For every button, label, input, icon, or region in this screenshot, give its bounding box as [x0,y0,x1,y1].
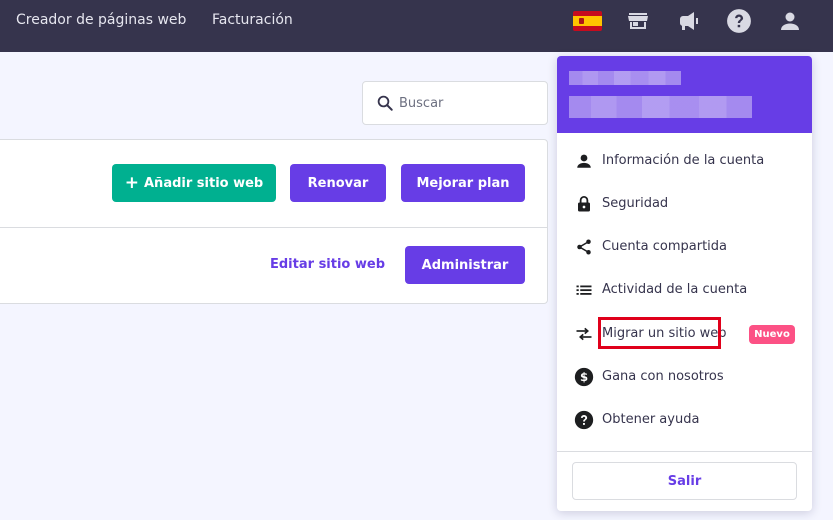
search-input[interactable] [399,88,529,118]
account-header [557,56,812,133]
menu-item-label: Actividad de la cuenta [602,282,748,297]
upgrade-plan-button[interactable]: Mejorar plan [401,164,525,202]
account-dropdown: Información de la cuenta Seguridad Cuent… [557,56,812,511]
store-icon [628,13,648,29]
store-button[interactable] [623,6,653,36]
menu-item-account-activity[interactable]: Actividad de la cuenta [557,268,812,311]
help-icon [727,9,751,33]
language-selector-button[interactable] [572,6,602,36]
card-divider [0,227,547,228]
dollar-icon: $ [574,367,594,387]
menu-item-label: Cuenta compartida [602,239,728,254]
new-badge: Nuevo [749,325,795,344]
share-icon [574,237,594,257]
search-field [362,81,548,125]
menu-item-shared-account[interactable]: Cuenta compartida [557,225,812,268]
lock-icon [574,194,594,214]
user-icon [781,12,799,30]
help-button[interactable] [724,6,754,36]
add-website-button[interactable]: + Añadir sitio web [112,164,276,202]
dropdown-divider [557,451,812,452]
account-menu-button[interactable] [775,6,805,36]
announcements-button[interactable] [673,6,703,36]
add-website-label: Añadir sitio web [144,175,264,191]
svg-text:$: $ [580,370,588,384]
highlight-annotation-box [598,317,721,349]
edit-website-link[interactable]: Editar sitio web [270,256,385,274]
menu-item-earn-with-us[interactable]: $ Gana con nosotros [557,355,812,398]
menu-item-label: Información de la cuenta [602,153,765,168]
menu-item-account-info[interactable]: Información de la cuenta [557,139,812,182]
menu-item-label: Gana con nosotros [602,369,724,384]
plus-icon: + [124,172,139,193]
top-navigation-bar: Creador de páginas web Facturación [0,0,833,52]
menu-item-security[interactable]: Seguridad [557,182,812,225]
redacted-account-email [569,96,752,118]
megaphone-icon [680,12,698,30]
menu-item-label: Seguridad [602,196,669,211]
menu-item-migrate-website[interactable]: Migrar un sitio web Nuevo [557,312,812,355]
spain-flag-icon [572,11,602,31]
nav-link-billing[interactable]: Facturación [212,0,293,40]
person-icon [574,151,594,171]
menu-item-get-help[interactable]: Obtener ayuda [557,398,812,441]
list-icon [574,280,594,300]
migrate-arrows-icon [574,324,594,344]
manage-button[interactable]: Administrar [405,246,525,284]
help-icon [574,410,594,430]
nav-link-website-builder[interactable]: Creador de páginas web [16,0,186,40]
search-icon [363,81,399,125]
renew-button[interactable]: Renovar [290,164,386,202]
menu-item-label: Obtener ayuda [602,412,700,427]
logout-button[interactable]: Salir [572,462,797,500]
redacted-account-name [569,71,681,85]
